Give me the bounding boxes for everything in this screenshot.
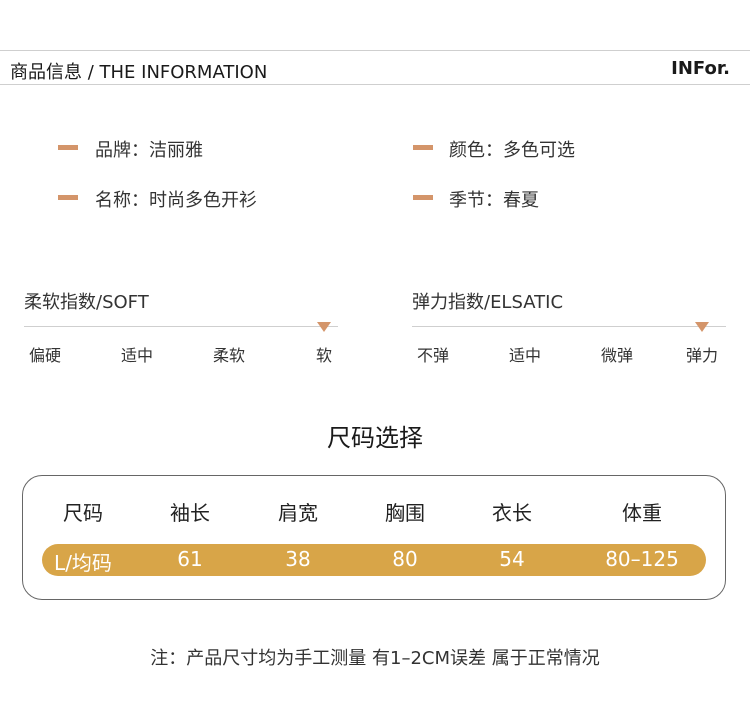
size-table-header: 胸围 [385, 501, 425, 525]
header-top-divider [0, 50, 750, 51]
elastic-scale-marker-icon [695, 322, 709, 332]
bullet-icon [413, 195, 433, 200]
soft-scale-option: 偏硬 [28, 346, 62, 365]
header-bottom-divider [0, 84, 750, 85]
size-table-header: 袖长 [170, 501, 210, 525]
size-table [22, 475, 726, 600]
soft-scale-option: 适中 [120, 346, 154, 365]
soft-scale-title: 柔软指数/SOFT [24, 292, 149, 313]
elastic-scale-option: 不弹 [416, 346, 450, 365]
size-table-cell: 80–125 [605, 547, 679, 571]
size-table-cell: 80 [392, 547, 418, 571]
elastic-scale-line [412, 326, 726, 327]
info-color: 颜色：多色可选 [449, 140, 575, 161]
soft-scale-marker-icon [317, 322, 331, 332]
size-table-cell: 54 [499, 547, 525, 571]
soft-scale-option: 柔软 [212, 346, 246, 365]
info-brand: 品牌：洁丽雅 [95, 140, 203, 161]
size-section-title: 尺码选择 [327, 424, 423, 452]
info-season: 季节：春夏 [449, 190, 539, 211]
elastic-scale-title: 弹力指数/ELSATIC [412, 292, 564, 313]
soft-scale-line [24, 326, 338, 327]
bullet-icon [58, 145, 78, 150]
size-table-header: 尺码 [63, 501, 103, 525]
section-title-right: INFor. [671, 58, 730, 79]
size-table-header: 体重 [622, 501, 662, 525]
size-table-header: 肩宽 [278, 501, 318, 525]
size-table-header: 衣长 [492, 501, 532, 525]
measurement-note: 注：产品尺寸均为手工测量 有1–2CM误差 属于正常情况 [150, 648, 600, 669]
elastic-scale-option: 弹力 [685, 346, 719, 365]
soft-scale-option: 软 [315, 346, 333, 365]
elastic-scale-option: 微弹 [600, 346, 634, 365]
info-name: 名称：时尚多色开衫 [95, 190, 257, 211]
size-table-cell: L/均码 [54, 551, 112, 575]
elastic-scale-option: 适中 [508, 346, 542, 365]
bullet-icon [58, 195, 78, 200]
section-title: 商品信息 / THE INFORMATION [10, 62, 268, 83]
size-table-cell: 38 [285, 547, 311, 571]
bullet-icon [413, 145, 433, 150]
size-table-cell: 61 [177, 547, 203, 571]
